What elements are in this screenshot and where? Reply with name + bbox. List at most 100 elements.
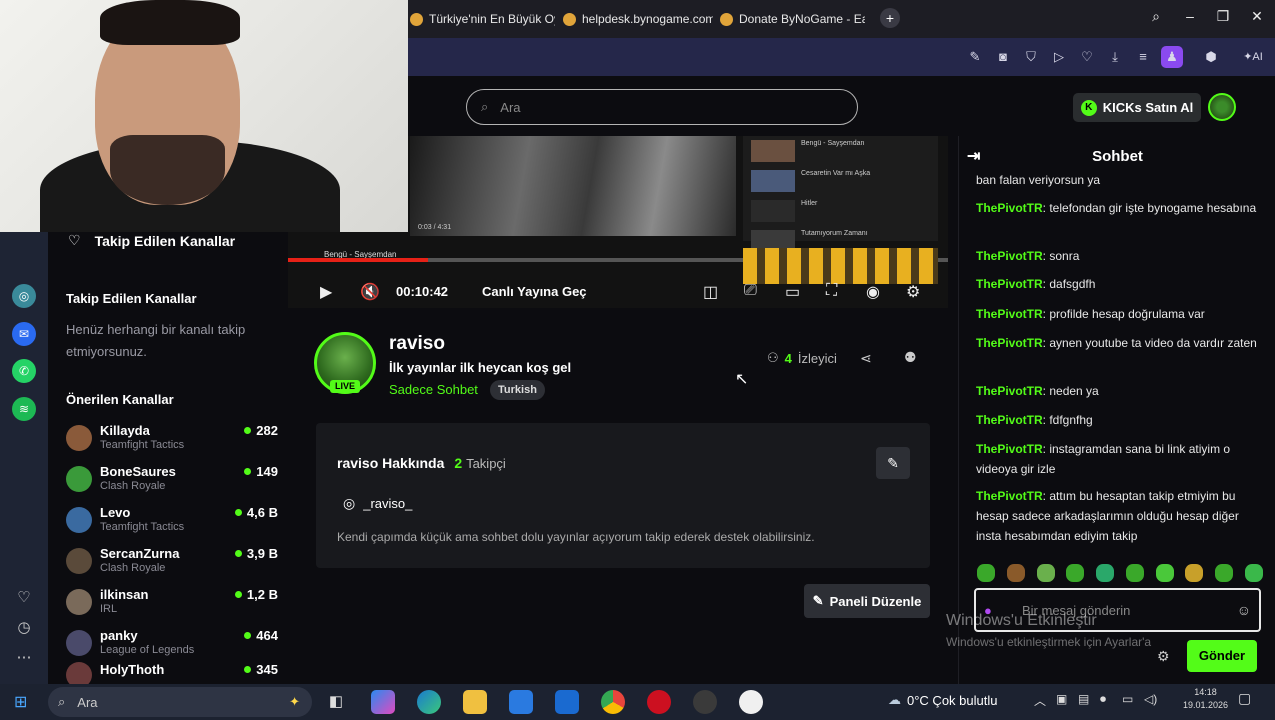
emote-icon[interactable]: [1244, 564, 1263, 582]
theater-mode-icon[interactable]: ▭: [785, 282, 800, 302]
yt-rec-item[interactable]: Bengü - Sayşemdan: [751, 140, 931, 162]
windows-start-icon[interactable]: ⊞: [14, 692, 27, 712]
task-view-icon[interactable]: ◧: [324, 690, 348, 714]
profile-icon[interactable]: ♟: [1161, 46, 1183, 68]
emote-icon[interactable]: [1125, 564, 1144, 582]
recommended-section-title: Önerilen Kanallar: [66, 392, 174, 407]
emote-icon[interactable]: [1185, 564, 1204, 582]
mute-icon[interactable]: 🔇: [360, 282, 380, 302]
browser-tab[interactable]: helpdesk.bynogame.com/: [563, 6, 713, 32]
outlook-icon[interactable]: [555, 690, 579, 714]
cube-icon[interactable]: ⬢: [1202, 48, 1220, 66]
history-icon[interactable]: ◷: [12, 616, 36, 640]
ai-button[interactable]: ✦AI: [1238, 48, 1268, 66]
taskbar-search[interactable]: ⌕ Ara ✦: [48, 687, 312, 717]
emote-icon[interactable]: [1036, 564, 1055, 582]
followed-empty-text: Henüz herhangi bir kanalı takip etmiyors…: [66, 322, 246, 359]
play-icon[interactable]: ▶: [320, 282, 332, 302]
tray-chevron-icon[interactable]: ︿: [1034, 692, 1046, 709]
emote-icon[interactable]: [977, 564, 995, 582]
emote-icon[interactable]: [1215, 564, 1234, 582]
tray-app-icon[interactable]: ▤: [1078, 692, 1089, 706]
tray-app-icon[interactable]: ▣: [1056, 692, 1067, 706]
send-button[interactable]: Gönder: [1187, 640, 1257, 672]
go-live-button[interactable]: Canlı Yayına Geç: [482, 284, 587, 299]
language-tag[interactable]: Turkish: [490, 380, 545, 400]
recommended-channel[interactable]: SercanZurna Clash Royale 3,9 B: [66, 542, 278, 580]
messenger-icon[interactable]: ✉: [12, 322, 36, 346]
collapse-chat-icon[interactable]: ⇥: [967, 146, 980, 166]
chat-message: ThePivotTR: sonra: [976, 249, 1080, 263]
speed-icon[interactable]: ◉: [866, 282, 880, 302]
viewer-counter: ⚇ 4 İzleyici: [767, 350, 837, 366]
spotify-icon[interactable]: ≋: [12, 397, 36, 421]
network-icon[interactable]: ▭: [1122, 692, 1133, 706]
follow-user-icon[interactable]: ⚉: [904, 349, 917, 366]
edge-icon[interactable]: [417, 690, 441, 714]
edit-about-button[interactable]: ✎: [876, 447, 910, 479]
chat-settings-icon[interactable]: ⚙: [1157, 648, 1170, 665]
weather-widget[interactable]: ☁ 0°C Çok bulutlu: [888, 692, 997, 708]
chrome-icon[interactable]: [601, 690, 625, 714]
stream-category[interactable]: Sadece Sohbet: [389, 382, 478, 397]
recommended-channel[interactable]: Killayda Teamfight Tactics 282: [66, 419, 278, 457]
opera-icon[interactable]: [647, 690, 671, 714]
shield-icon[interactable]: ⛉: [1022, 48, 1040, 66]
chat-panel: ⇥ Sohbet ban falan veriyorsun ya ThePivo…: [958, 136, 1275, 684]
recommended-channel[interactable]: BoneSaures Clash Royale 149: [66, 460, 278, 498]
yt-rec-item[interactable]: Hitler: [751, 200, 931, 222]
heart-icon[interactable]: ♡: [1078, 48, 1096, 66]
play-icon[interactable]: ▷: [1050, 48, 1068, 66]
share-icon[interactable]: ⋖: [860, 350, 872, 367]
fullscreen-icon[interactable]: ⛶: [826, 282, 837, 300]
more-icon[interactable]: ⋯: [12, 646, 36, 670]
search-input[interactable]: ⌕ Ara: [466, 89, 858, 125]
channel-avatar: [66, 662, 92, 684]
favorites-icon[interactable]: ♡: [12, 586, 36, 610]
settings-icon[interactable]: ⚙: [906, 282, 920, 302]
recommended-channel[interactable]: panky League of Legends 464: [66, 624, 278, 662]
emoji-icon[interactable]: ☺: [1237, 602, 1251, 618]
yt-rec-item[interactable]: Cesaretin Var mı Aşka: [751, 170, 931, 192]
emote-icon[interactable]: [1155, 564, 1174, 582]
recommended-channel[interactable]: HolyThoth 345: [66, 662, 278, 684]
volume-icon[interactable]: ◁): [1144, 692, 1157, 706]
kicks-buy-button[interactable]: K KICKs Satın Al: [1073, 93, 1201, 122]
chatgpt-icon[interactable]: ◎: [12, 284, 36, 308]
maximize-icon[interactable]: ❐: [1211, 8, 1235, 25]
copilot-icon[interactable]: [371, 690, 395, 714]
edit-icon[interactable]: ✎: [966, 48, 984, 66]
new-tab-button[interactable]: +: [880, 8, 900, 28]
emote-icon[interactable]: [1006, 564, 1025, 582]
user-avatar[interactable]: [1208, 93, 1236, 121]
pip-icon[interactable]: ◫: [703, 282, 718, 302]
search-tabs-icon[interactable]: ⌕: [1144, 8, 1168, 25]
minimize-icon[interactable]: –: [1178, 8, 1202, 24]
instagram-link[interactable]: ◎ _raviso_: [343, 495, 412, 512]
emote-icon[interactable]: [1066, 564, 1085, 582]
camera-icon[interactable]: ◙: [994, 48, 1012, 66]
followed-channels-header[interactable]: ♡ Takip Edilen Kanallar: [68, 232, 235, 249]
channel-name[interactable]: raviso: [389, 333, 445, 355]
recommended-channel[interactable]: Levo Teamfight Tactics 4,6 B: [66, 501, 278, 539]
live-dot-icon: [244, 468, 252, 475]
browser-tab[interactable]: Türkiye'nin En Büyük Oyu: [410, 6, 555, 32]
obs-icon[interactable]: [739, 690, 763, 714]
microphone-icon[interactable]: ⏺: [1100, 692, 1106, 707]
clip-icon[interactable]: ⎚: [744, 282, 757, 300]
whatsapp-icon[interactable]: ✆: [12, 359, 36, 383]
download-icon[interactable]: ⤓: [1106, 48, 1124, 66]
menu-icon[interactable]: ≡: [1134, 48, 1152, 66]
emote-icon[interactable]: [1096, 564, 1115, 582]
taskbar-clock[interactable]: 14:18 19.01.2026: [1183, 686, 1228, 712]
recommended-channel[interactable]: ilkinsan IRL 1,2 B: [66, 583, 278, 621]
notifications-icon[interactable]: ▢: [1238, 690, 1251, 707]
channel-avatar: [66, 507, 92, 533]
chat-message: ThePivotTR: telefondan gir işte bynogame…: [976, 201, 1257, 215]
opera-gx-icon[interactable]: [693, 690, 717, 714]
store-icon[interactable]: [509, 690, 533, 714]
edit-panels-button[interactable]: ✎ Paneli Düzenle: [804, 584, 930, 618]
file-explorer-icon[interactable]: [463, 690, 487, 714]
browser-tab[interactable]: Donate ByNoGame - Eas✕: [720, 6, 865, 32]
close-window-icon[interactable]: ✕: [1245, 8, 1269, 25]
